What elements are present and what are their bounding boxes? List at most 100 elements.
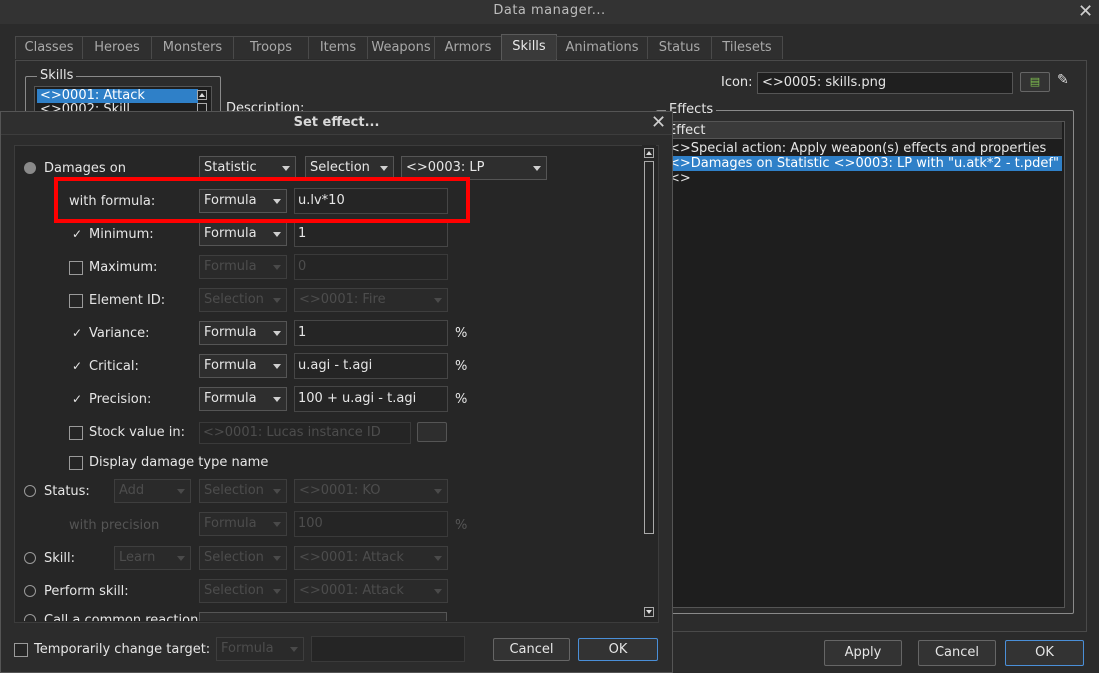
status-select[interactable]: <>0001: KO	[294, 479, 448, 503]
maximum-input[interactable]: 0	[294, 254, 448, 280]
scrollbar-thumb[interactable]	[644, 161, 654, 534]
skill-mode-select[interactable]: Selection	[199, 546, 287, 570]
call-common-select[interactable]	[199, 612, 447, 621]
skill-mode-value: Selection	[204, 550, 264, 565]
damage-kind-value: Statistic	[204, 160, 257, 175]
minimum-input[interactable]: 1	[294, 221, 448, 247]
element-id-checkbox[interactable]	[69, 294, 83, 308]
stock-value-browse-button[interactable]	[417, 422, 447, 442]
dialog-title-bar: Set effect... ✕	[1, 112, 672, 135]
effect-row[interactable]: <>Damages on Statistic <>0003: LP with "…	[667, 156, 1062, 171]
dialog-close-icon[interactable]: ✕	[651, 114, 666, 132]
dialog-title: Set effect...	[293, 115, 380, 130]
image-picker-icon[interactable]: ▤	[1020, 72, 1050, 92]
highlight-box	[54, 177, 470, 223]
chevron-down-icon	[177, 489, 185, 494]
precision-input[interactable]: 100 + u.agi - t.agi	[294, 386, 448, 412]
tab-status[interactable]: Status	[647, 36, 712, 59]
status-precision-label: with precision	[69, 518, 160, 533]
tab-classes[interactable]: Classes	[15, 36, 83, 59]
apply-button[interactable]: Apply	[824, 640, 902, 666]
status-op-select[interactable]: Add	[114, 479, 191, 503]
element-select[interactable]: <>0001: Fire	[294, 288, 448, 312]
checkmark-icon[interactable]: ✓	[72, 227, 82, 241]
temp-target-mode-value: Formula	[221, 641, 274, 656]
temp-target-input[interactable]	[311, 636, 465, 662]
element-id-label: Element ID:	[89, 293, 166, 308]
element-mode-select[interactable]: Selection	[199, 288, 287, 312]
tab-troops[interactable]: Troops	[233, 36, 309, 59]
skill-select[interactable]: <>0001: Attack	[294, 546, 448, 570]
variance-input[interactable]: 1	[294, 320, 448, 346]
checkmark-icon[interactable]: ✓	[72, 326, 82, 340]
perform-skill-select[interactable]: <>0001: Attack	[294, 579, 448, 603]
chevron-down-icon	[434, 589, 442, 594]
chevron-down-icon	[273, 265, 281, 270]
tab-weapons[interactable]: Weapons	[367, 36, 435, 59]
skill-radio[interactable]	[24, 552, 36, 564]
status-label: Status:	[44, 484, 90, 499]
display-damage-type-checkbox[interactable]	[69, 456, 83, 470]
temp-target-checkbox[interactable]	[14, 643, 28, 657]
variance-unit: %	[455, 326, 468, 341]
dialog-cancel-button[interactable]: Cancel	[493, 638, 570, 661]
chevron-down-icon	[380, 166, 388, 171]
main-cancel-button[interactable]: Cancel	[918, 640, 996, 666]
chevron-down-icon	[273, 232, 281, 237]
scroll-up-icon[interactable]	[197, 90, 207, 100]
minimum-label: Minimum:	[89, 227, 154, 242]
icon-field[interactable]: <>0005: skills.png	[757, 72, 1013, 94]
temp-target-mode-select[interactable]: Formula	[216, 637, 304, 661]
critical-unit: %	[455, 359, 468, 374]
main-ok-button[interactable]: OK	[1005, 640, 1084, 666]
effects-column-header[interactable]: Effect	[665, 122, 1062, 139]
list-item[interactable]: <>0001: Attack	[37, 89, 198, 103]
critical-mode-select[interactable]: Formula	[199, 354, 287, 378]
effects-list[interactable]: Effect <>Special action: Apply weapon(s)…	[664, 121, 1065, 608]
status-precision-input[interactable]: 100	[294, 511, 448, 537]
tab-animations[interactable]: Animations	[556, 36, 648, 59]
call-common-radio[interactable]	[24, 614, 36, 621]
precision-mode-select[interactable]: Formula	[199, 387, 287, 411]
status-value: <>0001: KO	[299, 483, 381, 498]
maximum-mode-select[interactable]: Formula	[199, 255, 287, 279]
perform-skill-mode-select[interactable]: Selection	[199, 579, 287, 603]
chevron-down-icon	[177, 556, 185, 561]
tab-armors[interactable]: Armors	[434, 36, 502, 59]
maximum-checkbox[interactable]	[69, 261, 83, 275]
perform-skill-value: <>0001: Attack	[299, 583, 404, 598]
status-mode-select[interactable]: Selection	[199, 479, 287, 503]
status-precision-mode-select[interactable]: Formula	[199, 512, 287, 536]
edit-pen-icon[interactable]: ✎	[1057, 72, 1069, 88]
stock-value-label: Stock value in:	[89, 425, 185, 440]
chevron-down-icon	[290, 647, 298, 652]
variance-mode-select[interactable]: Formula	[199, 321, 287, 345]
stock-value-checkbox[interactable]	[69, 426, 83, 440]
minimum-mode-select[interactable]: Formula	[199, 222, 287, 246]
scroll-down-icon[interactable]	[644, 607, 654, 617]
tab-items[interactable]: Items	[308, 36, 368, 59]
checkmark-icon[interactable]: ✓	[72, 359, 82, 373]
maximum-label: Maximum:	[89, 260, 158, 275]
critical-input[interactable]: u.agi - t.agi	[294, 353, 448, 379]
tab-skills[interactable]: Skills	[501, 34, 557, 61]
checkmark-icon[interactable]: ✓	[72, 392, 82, 406]
panel-scrollbar[interactable]	[642, 145, 656, 621]
tab-monsters[interactable]: Monsters	[151, 36, 234, 59]
close-icon[interactable]: ✕	[1078, 3, 1093, 21]
damages-on-radio[interactable]	[24, 162, 36, 174]
tab-heroes[interactable]: Heroes	[82, 36, 152, 59]
perform-skill-radio[interactable]	[24, 585, 36, 597]
skill-op-value: Learn	[119, 550, 156, 565]
tab-tilesets[interactable]: Tilesets	[711, 36, 783, 59]
effect-row[interactable]: <>Special action: Apply weapon(s) effect…	[669, 141, 1046, 156]
element-value: <>0001: Fire	[299, 292, 386, 307]
status-precision-mode-value: Formula	[204, 516, 257, 531]
precision-label: Precision:	[89, 392, 152, 407]
dialog-ok-button[interactable]: OK	[578, 638, 658, 661]
scroll-up-icon[interactable]	[644, 148, 654, 158]
stock-value-field[interactable]: <>0001: Lucas instance ID	[199, 422, 411, 444]
variance-mode-value: Formula	[204, 325, 257, 340]
skill-op-select[interactable]: Learn	[114, 546, 191, 570]
status-radio[interactable]	[24, 485, 36, 497]
